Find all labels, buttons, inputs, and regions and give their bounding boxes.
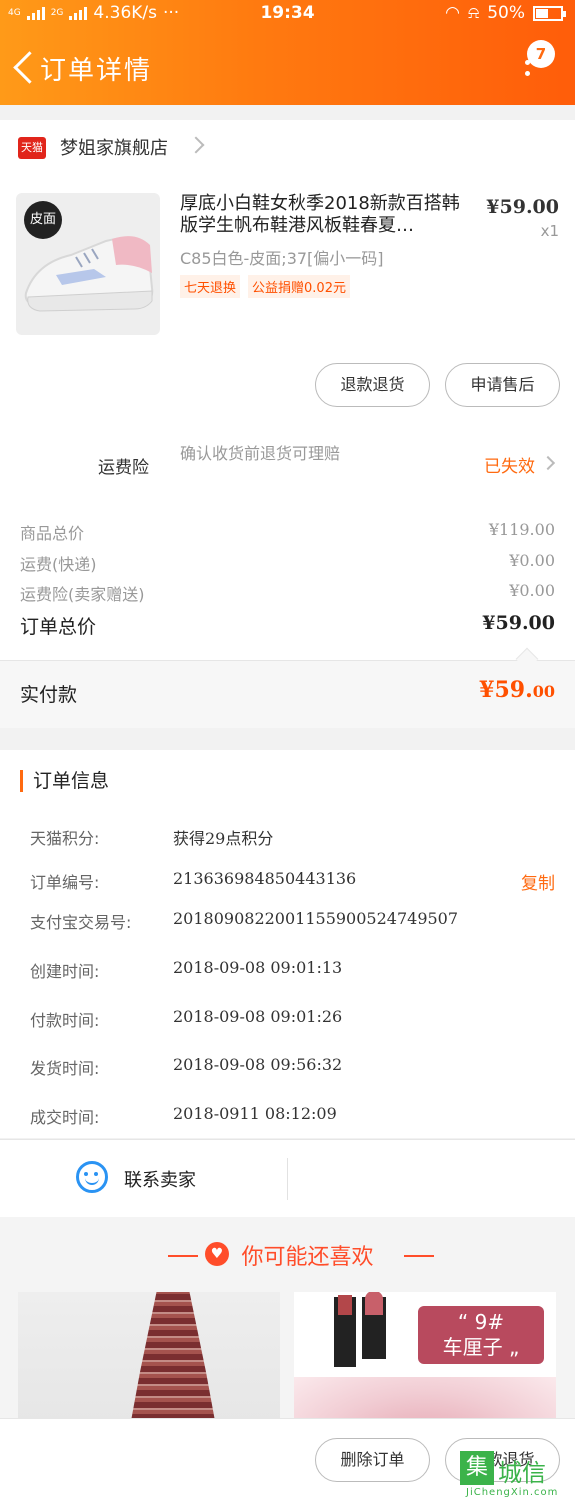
recommend-title-text: 你可能还喜欢 bbox=[241, 1245, 374, 1270]
info-value: 2018-09-08 09:56:32 bbox=[173, 1055, 343, 1074]
chevron-right-icon[interactable] bbox=[540, 455, 556, 471]
product-price: ¥59.00 bbox=[486, 196, 559, 218]
shipping-insurance-label: 运费险 bbox=[98, 458, 149, 478]
fee-goods-value: ¥119.00 bbox=[488, 520, 555, 539]
shade-number: “ 9# bbox=[457, 1310, 505, 1334]
battery-percent: 50% bbox=[487, 3, 525, 23]
delete-order-button[interactable]: 删除订单 bbox=[315, 1438, 430, 1482]
info-value: 2018090822001155900524749507 bbox=[173, 909, 459, 928]
aftersale-button[interactable]: 申请售后 bbox=[445, 363, 560, 407]
title-bar: 订单详情 7 bbox=[0, 36, 575, 100]
message-badge: 7 bbox=[527, 40, 555, 68]
info-key: 支付宝交易号: bbox=[30, 913, 132, 932]
battery-icon bbox=[533, 5, 566, 21]
info-value: 2018-09-08 09:01:13 bbox=[173, 958, 343, 977]
shade-name: 车厘子 „ bbox=[442, 1335, 520, 1359]
contact-seller-label[interactable]: 联系卖家 bbox=[124, 1166, 196, 1192]
shop-name[interactable]: 梦姐家旗舰店 bbox=[60, 134, 168, 160]
product-title[interactable]: 厚底小白鞋女秋季2018新款百搭韩版学生帆布鞋港风板鞋春夏… bbox=[180, 193, 475, 237]
order-total-label: 订单总价 bbox=[20, 616, 97, 638]
watermark-box: 集 bbox=[460, 1451, 494, 1485]
fee-insurance-row: 运费险(卖家赠送) ¥0.00 bbox=[20, 581, 555, 605]
leather-tag: 皮面 bbox=[24, 201, 62, 239]
info-value[interactable]: 213636984850443136 bbox=[173, 869, 356, 888]
copy-button[interactable]: 复制 bbox=[521, 869, 555, 894]
watermark-logo: 集 城信 JiChengXin.com bbox=[460, 1451, 570, 1498]
chevron-right-icon[interactable] bbox=[187, 136, 205, 154]
chat-icon bbox=[76, 1161, 108, 1193]
order-card: 天猫 梦姐家旗舰店 皮面 厚底小白鞋女秋季2018新款百搭韩版学生帆布鞋港风板鞋… bbox=[0, 120, 575, 660]
fee-insurance-value: ¥0.00 bbox=[509, 581, 555, 600]
tmall-logo: 天猫 bbox=[18, 137, 46, 159]
actual-payment-row: 实付款 ¥59.00 bbox=[0, 647, 575, 728]
fee-goods-row: 商品总价 ¥119.00 bbox=[20, 520, 555, 544]
top-bar: 4G 2G 4.36K/s ··· 19:34 ◠ ⍾ 50% 订单详情 7 bbox=[0, 0, 575, 105]
order-total-value: ¥59.00 bbox=[482, 612, 555, 634]
info-key: 成交时间: bbox=[30, 1108, 100, 1127]
lipstick-image bbox=[334, 1295, 356, 1367]
order-info-card: 订单信息 天猫积分: 获得29点积分 订单编号: 213636984850443… bbox=[0, 750, 575, 1138]
status-bar: 4G 2G 4.36K/s ··· 19:34 ◠ ⍾ 50% bbox=[0, 0, 575, 28]
shipping-insurance-status[interactable]: 已失效 bbox=[484, 452, 535, 477]
more-icon bbox=[525, 60, 531, 82]
fee-shipping-label: 运费(快递) bbox=[20, 555, 97, 574]
order-total-row: 订单总价 ¥59.00 bbox=[20, 612, 555, 639]
contact-seller-bar[interactable]: 联系卖家 bbox=[0, 1139, 575, 1217]
info-value: 2018-09-08 09:01:26 bbox=[173, 1007, 343, 1026]
order-info-title: 订单信息 bbox=[20, 770, 109, 792]
watermark-sub: JiChengXin.com bbox=[466, 1487, 559, 1498]
actual-payment-amount: ¥59.00 bbox=[479, 677, 555, 703]
product-tags: 七天退换 公益捐赠0.02元 bbox=[180, 275, 350, 298]
back-icon[interactable] bbox=[12, 50, 36, 84]
lipstick-image-2 bbox=[362, 1292, 386, 1359]
status-right: ◠ ⍾ 50% bbox=[445, 3, 566, 23]
mute-icon: ⍾ bbox=[467, 3, 480, 23]
recommend-title: 你可能还喜欢 bbox=[0, 1239, 575, 1271]
shipping-insurance-desc: 确认收货前退货可理赔 bbox=[180, 444, 341, 463]
fee-shipping-value: ¥0.00 bbox=[509, 551, 555, 570]
page-title: 订单详情 bbox=[40, 56, 153, 86]
divider bbox=[287, 1158, 288, 1200]
info-key: 订单编号: bbox=[30, 873, 100, 892]
product-sku: C85白色-皮面;37[偏小一码] bbox=[180, 249, 384, 268]
product-quantity: x1 bbox=[540, 222, 559, 240]
more-button[interactable]: 7 bbox=[513, 40, 555, 94]
payment-amount-cents: 00 bbox=[532, 682, 555, 701]
bottom-action-bar: 删除订单 退款退货 集 城信 JiChengXin.com bbox=[0, 1418, 575, 1500]
headset-icon: ◠ bbox=[445, 3, 460, 23]
info-value: 获得29点积分 bbox=[173, 829, 274, 848]
title-line-right bbox=[404, 1255, 434, 1257]
info-key: 发货时间: bbox=[30, 1059, 100, 1078]
payment-amount-main: ¥59. bbox=[479, 677, 533, 703]
fee-goods-label: 商品总价 bbox=[20, 524, 85, 543]
product-image[interactable]: 皮面 bbox=[16, 193, 160, 335]
fee-shipping-row: 运费(快递) ¥0.00 bbox=[20, 551, 555, 575]
info-key: 天猫积分: bbox=[30, 829, 100, 848]
tag-charity: 公益捐赠0.02元 bbox=[248, 275, 350, 298]
shade-label: “ 9# 车厘子 „ bbox=[418, 1306, 544, 1364]
info-value: 2018-0911 08:12:09 bbox=[173, 1104, 337, 1123]
fee-insurance-label: 运费险(卖家赠送) bbox=[20, 585, 145, 604]
refund-button[interactable]: 退款退货 bbox=[315, 363, 430, 407]
tag-return: 七天退换 bbox=[180, 275, 241, 298]
actual-payment-label: 实付款 bbox=[20, 684, 78, 706]
info-key: 创建时间: bbox=[30, 962, 100, 981]
watermark-text: 城信 bbox=[498, 1459, 546, 1487]
info-key: 付款时间: bbox=[30, 1011, 100, 1030]
